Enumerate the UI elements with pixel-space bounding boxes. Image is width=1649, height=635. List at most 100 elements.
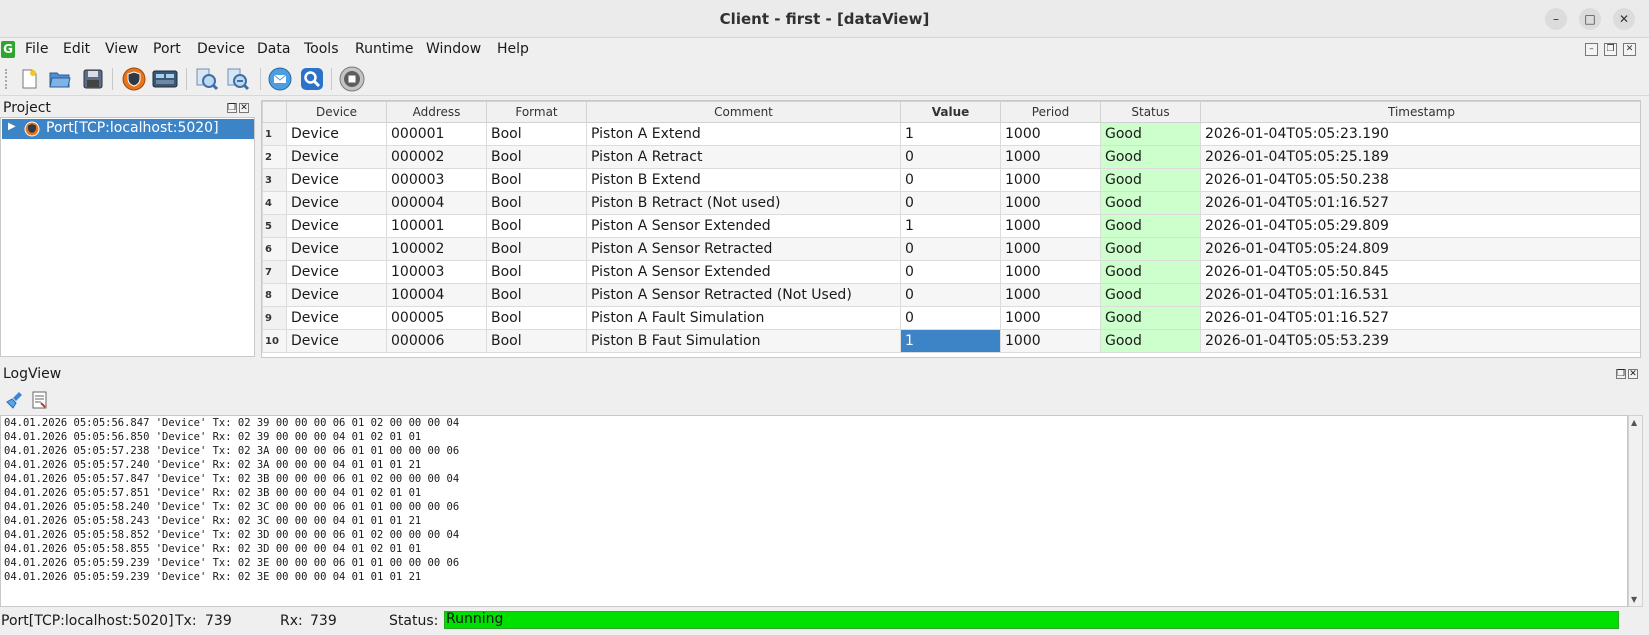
save-icon[interactable]	[80, 66, 106, 92]
cell-period[interactable]: 1000	[1000, 214, 1101, 238]
zoom-out-icon[interactable]	[225, 66, 251, 92]
close-panel-icon[interactable]: ✕	[1628, 369, 1638, 379]
cell-format[interactable]: Bool	[486, 237, 587, 261]
float-panel-icon[interactable]: ❐	[227, 103, 237, 113]
cell-address[interactable]: 000003	[386, 168, 487, 192]
header-corner[interactable]	[262, 101, 287, 123]
menu-tools[interactable]: Tools	[304, 41, 339, 57]
cell-address[interactable]: 000005	[386, 306, 487, 330]
cell-value[interactable]: 0	[900, 283, 1001, 307]
cell-timestamp[interactable]: 2026-01-04T05:05:50.238	[1200, 168, 1640, 192]
column-header-format[interactable]: Format	[486, 101, 587, 123]
row-number[interactable]: 2	[262, 145, 287, 169]
row-number[interactable]: 4	[262, 191, 287, 215]
cell-device[interactable]: Device	[286, 168, 387, 192]
column-header-comment[interactable]: Comment	[586, 101, 901, 123]
log-scrollbar[interactable]: ▲ ▼	[1628, 415, 1643, 607]
cell-status[interactable]: Good	[1100, 168, 1201, 192]
cell-value[interactable]: 0	[900, 145, 1001, 169]
cell-format[interactable]: Bool	[486, 214, 587, 238]
cell-status[interactable]: Good	[1100, 283, 1201, 307]
row-number[interactable]: 6	[262, 237, 287, 261]
cell-comment[interactable]: Piston A Fault Simulation	[586, 306, 901, 330]
tree-expand-arrow-icon[interactable]: ▶	[8, 121, 16, 132]
cell-status[interactable]: Good	[1100, 122, 1201, 146]
new-file-icon[interactable]	[16, 66, 42, 92]
scroll-up-icon[interactable]: ▲	[1631, 418, 1637, 427]
cell-value[interactable]: 0	[900, 237, 1001, 261]
column-header-device[interactable]: Device	[286, 101, 387, 123]
cell-address[interactable]: 100002	[386, 237, 487, 261]
cell-status[interactable]: Good	[1100, 237, 1201, 261]
cell-timestamp[interactable]: 2026-01-04T05:05:50.845	[1200, 260, 1640, 284]
cell-comment[interactable]: Piston A Retract	[586, 145, 901, 169]
menu-view[interactable]: View	[105, 41, 138, 57]
cell-timestamp[interactable]: 2026-01-04T05:01:16.527	[1200, 191, 1640, 215]
menu-window[interactable]: Window	[426, 41, 481, 57]
cell-value-selected[interactable]: 1	[900, 329, 1001, 353]
cell-address[interactable]: 100004	[386, 283, 487, 307]
cell-period[interactable]: 1000	[1000, 122, 1101, 146]
mdi-restore-icon[interactable]: ❐	[1604, 43, 1617, 56]
device-icon[interactable]	[152, 66, 178, 92]
column-header-timestamp[interactable]: Timestamp	[1200, 101, 1640, 123]
cell-device[interactable]: Device	[286, 283, 387, 307]
cell-comment[interactable]: Piston A Extend	[586, 122, 901, 146]
cell-address[interactable]: 000006	[386, 329, 487, 353]
search-icon[interactable]	[299, 66, 325, 92]
cell-timestamp[interactable]: 2026-01-04T05:05:53.239	[1200, 329, 1640, 353]
cell-timestamp[interactable]: 2026-01-04T05:05:23.190	[1200, 122, 1640, 146]
table-row[interactable]: 9 Device 000005 Bool Piston A Fault Simu…	[262, 306, 1640, 330]
close-panel-icon[interactable]: ✕	[239, 103, 249, 113]
row-number[interactable]: 10	[262, 329, 287, 353]
cell-address[interactable]: 100003	[386, 260, 487, 284]
row-number[interactable]: 7	[262, 260, 287, 284]
cell-device[interactable]: Device	[286, 191, 387, 215]
float-panel-icon[interactable]: ❐	[1616, 369, 1626, 379]
column-header-status[interactable]: Status	[1100, 101, 1201, 123]
table-row[interactable]: 5 Device 100001 Bool Piston A Sensor Ext…	[262, 214, 1640, 238]
cell-status[interactable]: Good	[1100, 329, 1201, 353]
clear-brush-icon[interactable]	[5, 390, 25, 414]
row-number[interactable]: 5	[262, 214, 287, 238]
cell-status[interactable]: Good	[1100, 306, 1201, 330]
cell-comment[interactable]: Piston B Extend	[586, 168, 901, 192]
column-header-address[interactable]: Address	[386, 101, 487, 123]
table-row[interactable]: 1 Device 000001 Bool Piston A Extend 1 1…	[262, 122, 1640, 146]
menu-device[interactable]: Device	[197, 41, 245, 57]
cell-address[interactable]: 000004	[386, 191, 487, 215]
cell-address[interactable]: 000001	[386, 122, 487, 146]
minimize-icon[interactable]: –	[1545, 8, 1567, 30]
column-header-value[interactable]: Value	[900, 101, 1001, 123]
row-number[interactable]: 9	[262, 306, 287, 330]
cell-timestamp[interactable]: 2026-01-04T05:01:16.527	[1200, 306, 1640, 330]
cell-device[interactable]: Device	[286, 329, 387, 353]
cell-period[interactable]: 1000	[1000, 145, 1101, 169]
cell-comment[interactable]: Piston B Faut Simulation	[586, 329, 901, 353]
zoom-icon[interactable]	[194, 66, 220, 92]
cell-format[interactable]: Bool	[486, 145, 587, 169]
menu-data[interactable]: Data	[257, 41, 290, 57]
cell-value[interactable]: 0	[900, 191, 1001, 215]
menu-file[interactable]: File	[25, 41, 48, 57]
cell-period[interactable]: 1000	[1000, 260, 1101, 284]
cell-format[interactable]: Bool	[486, 329, 587, 353]
cell-value[interactable]: 1	[900, 122, 1001, 146]
mail-icon[interactable]	[267, 66, 293, 92]
cell-timestamp[interactable]: 2026-01-04T05:05:24.809	[1200, 237, 1640, 261]
cell-device[interactable]: Device	[286, 145, 387, 169]
cell-device[interactable]: Device	[286, 214, 387, 238]
cell-comment[interactable]: Piston A Sensor Retracted (Not Used)	[586, 283, 901, 307]
cell-period[interactable]: 1000	[1000, 168, 1101, 192]
table-row[interactable]: 6 Device 100002 Bool Piston A Sensor Ret…	[262, 237, 1640, 261]
column-header-period[interactable]: Period	[1000, 101, 1101, 123]
cell-period[interactable]: 1000	[1000, 237, 1101, 261]
menu-help[interactable]: Help	[497, 41, 529, 57]
mdi-close-icon[interactable]: ✕	[1623, 43, 1636, 56]
log-output[interactable]: 04.01.2026 05:05:56.847 'Device' Tx: 02 …	[0, 415, 1628, 607]
cell-device[interactable]: Device	[286, 237, 387, 261]
cell-comment[interactable]: Piston B Retract (Not used)	[586, 191, 901, 215]
cell-status[interactable]: Good	[1100, 191, 1201, 215]
cell-format[interactable]: Bool	[486, 191, 587, 215]
cell-period[interactable]: 1000	[1000, 306, 1101, 330]
